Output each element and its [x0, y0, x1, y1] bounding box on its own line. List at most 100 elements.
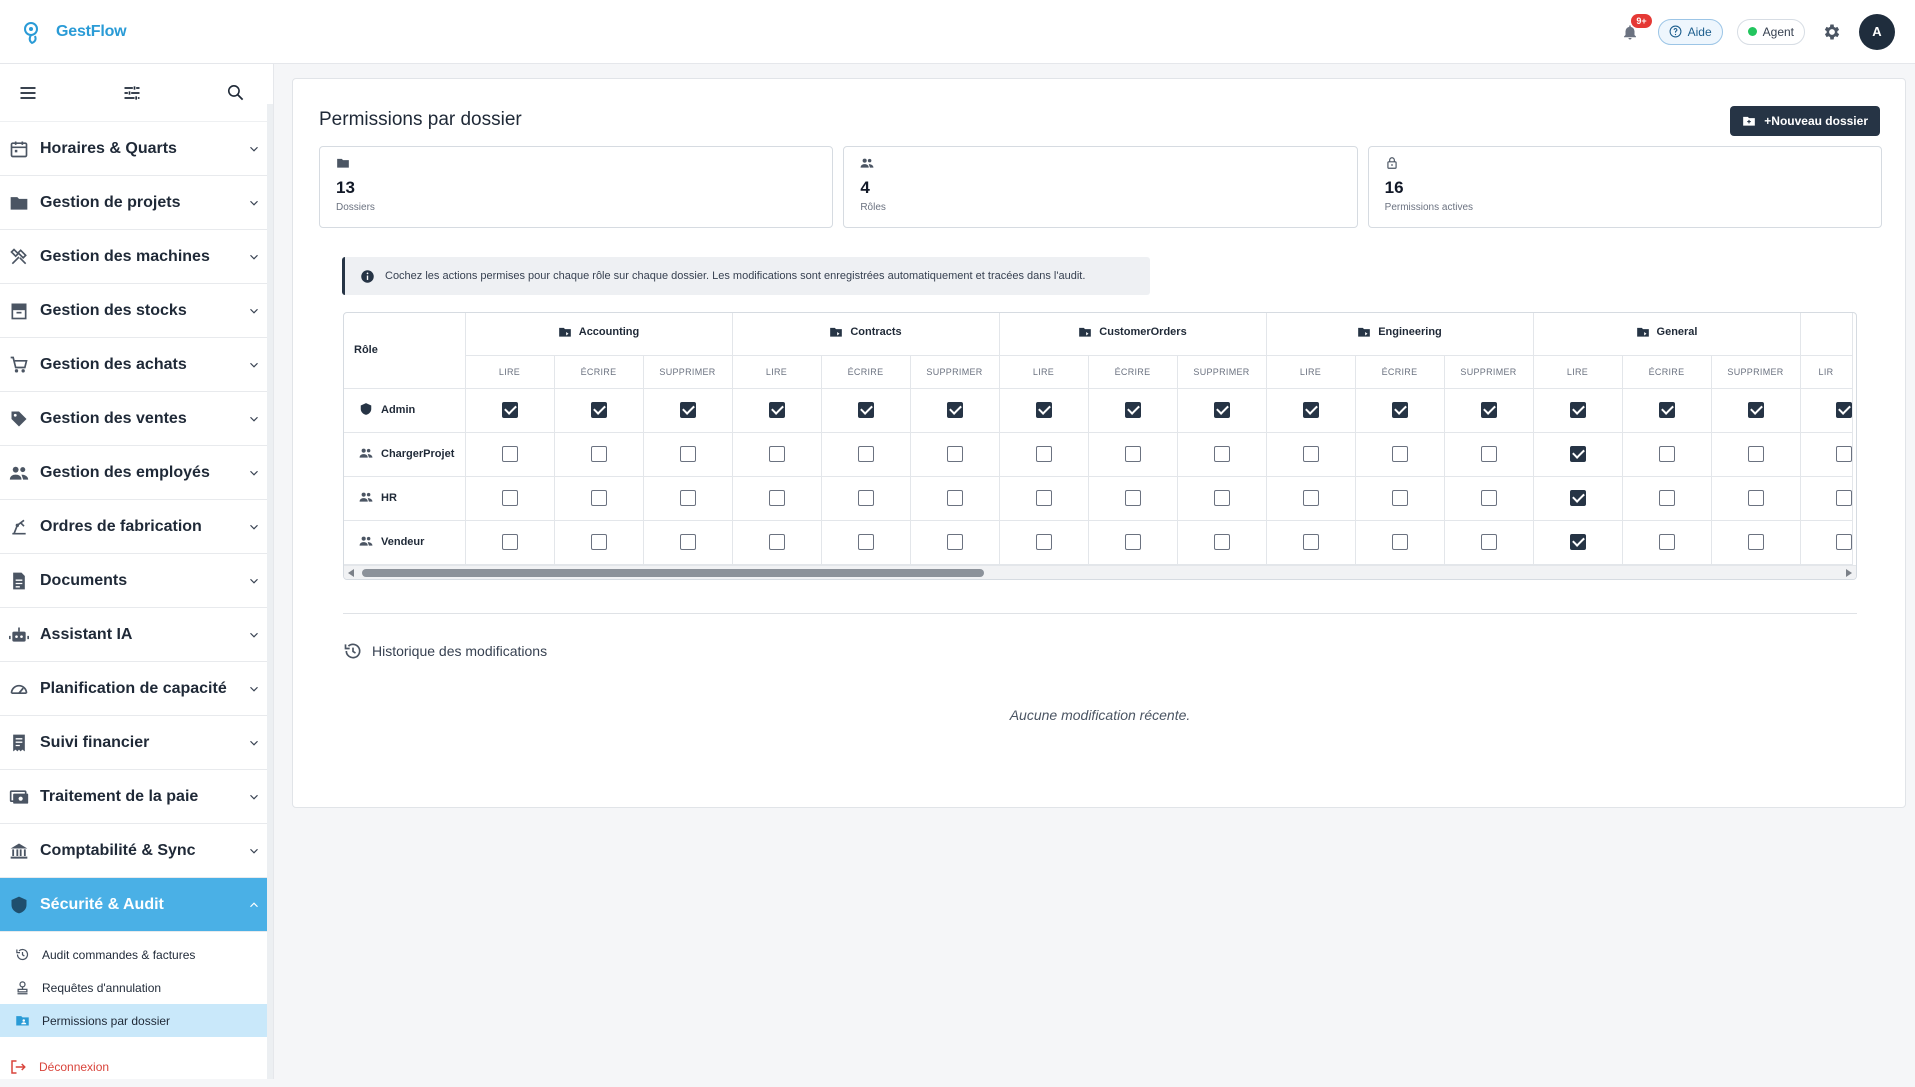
brand[interactable]: GestFlow: [20, 19, 127, 45]
sidebar-item-10[interactable]: Planification de capacité: [0, 662, 272, 716]
permission-checkbox[interactable]: [857, 533, 874, 550]
permission-checkbox[interactable]: [1391, 489, 1408, 506]
sidebar-item-4[interactable]: Gestion des achats: [0, 338, 272, 392]
permission-checkbox[interactable]: [946, 489, 963, 506]
table-horizontal-scrollbar[interactable]: [344, 565, 1856, 579]
permission-cell: [1177, 520, 1267, 565]
permission-checkbox[interactable]: [1213, 533, 1230, 550]
permission-checkbox[interactable]: [590, 489, 607, 506]
permission-checkbox[interactable]: [768, 445, 785, 462]
permission-checkbox[interactable]: [1835, 489, 1852, 506]
permission-checkbox[interactable]: [1035, 445, 1052, 462]
permission-checkbox[interactable]: [1480, 445, 1497, 462]
permission-checkbox[interactable]: [501, 489, 518, 506]
permission-checkbox[interactable]: [857, 489, 874, 506]
permission-checkbox[interactable]: [1124, 401, 1141, 418]
sidebar-item-5[interactable]: Gestion des ventes: [0, 392, 272, 446]
filter-button[interactable]: [120, 81, 144, 105]
sidebar-subitem-0[interactable]: Audit commandes & factures: [0, 938, 272, 971]
settings-button[interactable]: [1819, 19, 1845, 45]
permission-checkbox[interactable]: [768, 533, 785, 550]
permission-checkbox[interactable]: [1302, 533, 1319, 550]
permission-checkbox[interactable]: [946, 401, 963, 418]
permission-checkbox[interactable]: [590, 445, 607, 462]
permission-checkbox[interactable]: [501, 533, 518, 550]
permission-checkbox[interactable]: [1569, 533, 1586, 550]
notifications-button[interactable]: 9+: [1616, 13, 1652, 46]
sidebar-item-0[interactable]: Horaires & Quarts: [0, 122, 272, 176]
permission-checkbox[interactable]: [590, 401, 607, 418]
permission-checkbox[interactable]: [501, 445, 518, 462]
sidebar-item-6[interactable]: Gestion des employés: [0, 446, 272, 500]
permission-checkbox[interactable]: [1124, 489, 1141, 506]
permission-checkbox[interactable]: [857, 401, 874, 418]
agent-status-button[interactable]: Agent: [1736, 18, 1805, 45]
avatar[interactable]: A: [1859, 13, 1895, 50]
permission-checkbox[interactable]: [1302, 489, 1319, 506]
permission-checkbox[interactable]: [768, 401, 785, 418]
permission-checkbox[interactable]: [1124, 533, 1141, 550]
sidebar-subitem-1[interactable]: Requêtes d'annulation: [0, 971, 272, 1004]
permission-checkbox[interactable]: [1658, 401, 1675, 418]
permissions-card: Permissions par dossier +Nouveau dossier…: [292, 78, 1906, 808]
sidebar-item-12[interactable]: Traitement de la paie: [0, 770, 272, 824]
permission-checkbox[interactable]: [1391, 445, 1408, 462]
permission-checkbox[interactable]: [1835, 445, 1852, 462]
permission-checkbox[interactable]: [946, 533, 963, 550]
permission-checkbox[interactable]: [1658, 445, 1675, 462]
scroll-thumb[interactable]: [362, 569, 984, 577]
sidebar-item-2[interactable]: Gestion des machines: [0, 230, 272, 284]
permission-checkbox[interactable]: [1658, 533, 1675, 550]
permission-checkbox[interactable]: [1391, 533, 1408, 550]
sidebar-item-7[interactable]: Ordres de fabrication: [0, 500, 272, 554]
permission-checkbox[interactable]: [1747, 401, 1764, 418]
permission-checkbox[interactable]: [1391, 401, 1408, 418]
search-button[interactable]: [223, 81, 247, 105]
permission-checkbox[interactable]: [1658, 489, 1675, 506]
permission-checkbox[interactable]: [1480, 489, 1497, 506]
permission-checkbox[interactable]: [1569, 489, 1586, 506]
permission-checkbox[interactable]: [1213, 489, 1230, 506]
menu-button[interactable]: [16, 81, 40, 105]
permission-checkbox[interactable]: [501, 401, 518, 418]
permission-checkbox[interactable]: [1124, 445, 1141, 462]
sidebar-item-9[interactable]: Assistant IA: [0, 608, 272, 662]
permission-checkbox[interactable]: [679, 533, 696, 550]
sidebar-scrollbar[interactable]: [267, 104, 273, 1079]
permission-checkbox[interactable]: [1747, 533, 1764, 550]
permission-checkbox[interactable]: [1480, 401, 1497, 418]
permission-checkbox[interactable]: [1835, 401, 1852, 418]
permission-checkbox[interactable]: [1213, 401, 1230, 418]
permission-checkbox[interactable]: [1302, 401, 1319, 418]
permission-checkbox[interactable]: [857, 445, 874, 462]
permission-checkbox[interactable]: [679, 489, 696, 506]
permission-checkbox[interactable]: [1213, 445, 1230, 462]
permission-checkbox[interactable]: [1480, 533, 1497, 550]
permission-checkbox[interactable]: [1035, 401, 1052, 418]
permission-checkbox[interactable]: [1035, 489, 1052, 506]
sidebar-item-13[interactable]: Comptabilité & Sync: [0, 824, 272, 878]
permission-checkbox[interactable]: [679, 401, 696, 418]
help-button[interactable]: Aide: [1657, 18, 1723, 45]
sidebar-item-11[interactable]: Suivi financier: [0, 716, 272, 770]
permission-checkbox[interactable]: [1747, 489, 1764, 506]
permission-checkbox[interactable]: [1302, 445, 1319, 462]
permission-checkbox[interactable]: [768, 489, 785, 506]
permission-checkbox[interactable]: [1747, 445, 1764, 462]
permission-checkbox[interactable]: [1835, 533, 1852, 550]
permission-checkbox[interactable]: [1569, 401, 1586, 418]
permission-checkbox[interactable]: [1569, 445, 1586, 462]
scroll-right-arrow[interactable]: [1846, 569, 1852, 577]
sidebar-item-8[interactable]: Documents: [0, 554, 272, 608]
sidebar-item-14[interactable]: Sécurité & Audit: [0, 878, 272, 932]
permission-checkbox[interactable]: [1035, 533, 1052, 550]
permission-checkbox[interactable]: [679, 445, 696, 462]
scroll-left-arrow[interactable]: [348, 569, 354, 577]
sidebar-item-3[interactable]: Gestion des stocks: [0, 284, 272, 338]
permission-checkbox[interactable]: [590, 533, 607, 550]
sidebar-item-1[interactable]: Gestion de projets: [0, 176, 272, 230]
logout-button[interactable]: Déconnexion: [0, 1047, 272, 1087]
permission-checkbox[interactable]: [946, 445, 963, 462]
new-folder-button[interactable]: +Nouveau dossier: [1730, 106, 1880, 136]
sidebar-subitem-2[interactable]: Permissions par dossier: [0, 1004, 272, 1037]
